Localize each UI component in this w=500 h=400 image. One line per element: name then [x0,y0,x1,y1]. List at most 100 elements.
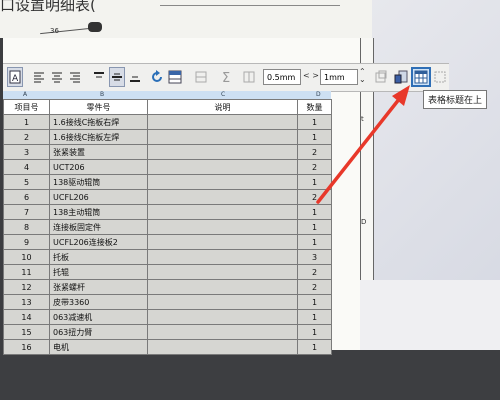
cell-description[interactable] [147,219,298,235]
cell-description[interactable] [147,294,298,310]
table-row[interactable]: 9 UCFL206连接板2 1 [3,234,332,250]
cell-quantity[interactable]: 1 [297,204,332,220]
table-row[interactable]: 3 张紧装置 2 [3,144,332,160]
table-row[interactable]: 7 138主动辊筒 1 [3,204,332,220]
height-input[interactable]: 1mm [320,69,358,85]
col-letter-b[interactable]: B [100,91,104,98]
cell-description[interactable] [147,174,298,190]
cell-quantity[interactable]: 2 [297,264,332,280]
border-button[interactable] [241,67,257,87]
cell-quantity[interactable]: 1 [297,294,332,310]
cell-description[interactable] [147,234,298,250]
cell-description[interactable] [147,309,298,325]
table-row[interactable]: 4 UCT206 2 [3,159,332,175]
align-top-button[interactable] [91,67,107,87]
cell-quantity[interactable]: 2 [297,144,332,160]
cell-item-no[interactable]: 2 [3,129,50,145]
cell-part-no[interactable]: 张紧螺杆 [49,279,148,295]
cell-quantity[interactable]: 2 [297,189,332,205]
header-toggle-button[interactable] [167,67,183,87]
cell-part-no[interactable]: UCFL206连接板2 [49,234,148,250]
border-width-input[interactable]: 0.5mm [263,69,301,85]
cell-item-no[interactable]: 12 [3,279,50,295]
align-bottom-button[interactable] [127,67,143,87]
cell-item-no[interactable]: 14 [3,309,50,325]
cell-description[interactable] [147,189,298,205]
cell-part-no[interactable]: UCFL206 [49,189,148,205]
cell-quantity[interactable]: 1 [297,324,332,340]
cell-item-no[interactable]: 5 [3,174,50,190]
cell-part-no[interactable]: 皮带3360 [49,294,148,310]
cell-item-no[interactable]: 15 [3,324,50,340]
cell-part-no[interactable]: 张紧装置 [49,144,148,160]
col-letter-d[interactable]: D [316,91,321,98]
table-row[interactable]: 2 1.6接线C拖板左焊 1 [3,129,332,145]
cell-description[interactable] [147,129,298,145]
table-row[interactable]: 13 皮带3360 1 [3,294,332,310]
cell-quantity[interactable]: 1 [297,114,332,130]
table-properties-button[interactable]: A [7,67,23,87]
cell-item-no[interactable]: 16 [3,339,50,355]
cell-part-no[interactable]: 1.6接线C拖板右焊 [49,114,148,130]
cell-quantity[interactable]: 2 [297,279,332,295]
cell-part-no[interactable]: 连接板固定件 [49,219,148,235]
cell-item-no[interactable]: 1 [3,114,50,130]
cell-description[interactable] [147,264,298,280]
header-part-no[interactable]: 零件号 [49,99,148,115]
cell-item-no[interactable]: 13 [3,294,50,310]
cell-part-no[interactable]: 电机 [49,339,148,355]
cell-quantity[interactable]: 1 [297,129,332,145]
align-center-button[interactable] [49,67,65,87]
cell-item-no[interactable]: 4 [3,159,50,175]
table-row[interactable]: 16 电机 1 [3,339,332,355]
cell-quantity[interactable]: 1 [297,309,332,325]
cell-part-no[interactable]: 063扭力臂 [49,324,148,340]
cell-item-no[interactable]: 8 [3,219,50,235]
cell-description[interactable] [147,339,298,355]
rotate-button[interactable] [149,67,165,87]
header-description[interactable]: 说明 [147,99,298,115]
cell-quantity[interactable]: 2 [297,159,332,175]
table-header-top-button[interactable] [411,67,431,87]
cell-quantity[interactable]: 1 [297,339,332,355]
table-row[interactable]: 11 托辊 2 [3,264,332,280]
cell-description[interactable] [147,204,298,220]
cell-item-no[interactable]: 11 [3,264,50,280]
sum-button[interactable]: Σ [219,67,235,87]
cell-item-no[interactable]: 6 [3,189,50,205]
table-row[interactable]: 10 托板 3 [3,249,332,265]
cell-description[interactable] [147,249,298,265]
cell-part-no[interactable]: 1.6接线C拖板左焊 [49,129,148,145]
table-row[interactable]: 15 063扭力臂 1 [3,324,332,340]
col-letter-c[interactable]: C [221,91,225,98]
bom-table[interactable]: 项目号 零件号 说明 数量 1 1.6接线C拖板右焊 1 2 1.6接线C拖板左焊 1 3 张… [3,99,332,355]
table-row[interactable]: 5 138驱动辊筒 1 [3,174,332,190]
cell-item-no[interactable]: 7 [3,204,50,220]
table-row[interactable]: 1 1.6接线C拖板右焊 1 [3,114,332,130]
cell-item-no[interactable]: 9 [3,234,50,250]
insert-table-button[interactable] [393,67,409,87]
width-arrows[interactable]: < > [303,71,319,80]
table-row[interactable]: 8 连接板固定件 1 [3,219,332,235]
lock-column-button[interactable] [373,67,389,87]
cell-part-no[interactable]: 138主动辊筒 [49,204,148,220]
cell-quantity[interactable]: 1 [297,234,332,250]
cell-quantity[interactable]: 1 [297,174,332,190]
merge-cells-button[interactable] [193,67,209,87]
cell-description[interactable] [147,324,298,340]
cell-description[interactable] [147,114,298,130]
header-quantity[interactable]: 数量 [297,99,332,115]
table-row[interactable]: 12 张紧螺杆 2 [3,279,332,295]
cell-part-no[interactable]: UCT206 [49,159,148,175]
cell-quantity[interactable]: 3 [297,249,332,265]
table-row[interactable]: 6 UCFL206 2 [3,189,332,205]
align-middle-button[interactable] [109,67,125,87]
height-spinner[interactable]: ⌃ ⌄ [359,68,366,84]
dock-toolbar-button[interactable] [433,67,447,87]
cell-part-no[interactable]: 托板 [49,249,148,265]
table-row[interactable]: 14 063减速机 1 [3,309,332,325]
cell-item-no[interactable]: 3 [3,144,50,160]
cell-quantity[interactable]: 1 [297,219,332,235]
cell-part-no[interactable]: 063减速机 [49,309,148,325]
cell-part-no[interactable]: 托辊 [49,264,148,280]
